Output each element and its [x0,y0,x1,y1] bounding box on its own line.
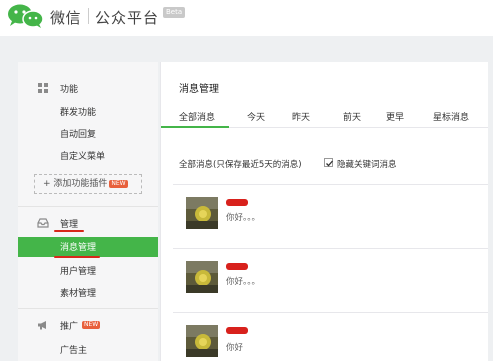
top-bar: 微信 公众平台 Beta [0,0,493,36]
sidebar-item-material-manage[interactable]: 素材管理 [60,286,96,299]
product-name: 公众平台 [95,9,160,27]
tab-day-before[interactable]: 前天 [343,110,361,123]
sidebar: 功能 群发功能 自动回复 自定义菜单 + 添加功能插件 NEW 管理 消息管理 用… [18,62,158,361]
scrollbar-track[interactable] [488,62,493,361]
wechat-logo-icon [8,4,44,28]
main-panel: 消息管理 全部消息 今天 昨天 前天 更早 星标消息 全部消息(只保存最近5天的… [160,62,493,361]
tab-starred[interactable]: 星标消息 [433,110,469,123]
tab-earlier[interactable]: 更早 [386,110,404,123]
avatar[interactable] [186,325,218,357]
new-badge: NEW [82,321,101,329]
hide-keyword-checkbox[interactable] [324,158,333,167]
menu-group-manage: 管理 [60,220,79,230]
highlight-underline [54,230,84,232]
redacted-nickname [226,327,248,334]
tab-bar: 全部消息 今天 昨天 前天 更早 星标消息 [161,104,493,128]
sidebar-item-message-manage[interactable]: 消息管理 [18,237,158,257]
add-plugin-label: + 添加功能插件 [43,179,108,189]
message-preview: 你好。。。 [226,277,261,287]
inbox-icon [37,218,49,228]
avatar[interactable] [186,197,218,229]
grid-icon [38,83,48,93]
brand-divider [88,8,89,24]
check-icon [326,160,333,167]
message-preview: 你好 [226,343,244,353]
sidebar-item-label: 消息管理 [60,243,97,253]
message-row[interactable]: 你好。。。 [173,248,493,304]
sidebar-item-auto-reply[interactable]: 自动回复 [60,127,96,140]
sidebar-item-user-manage[interactable]: 用户管理 [60,264,96,277]
redacted-nickname [226,199,248,206]
tab-yesterday[interactable]: 昨天 [292,110,310,123]
sidebar-item-mass-send[interactable]: 群发功能 [60,105,96,118]
megaphone-icon [38,321,46,330]
brand-name: 微信 [50,9,82,27]
add-plugin-button[interactable]: + 添加功能插件 NEW [34,174,142,194]
highlight-underline [54,256,100,258]
sidebar-item-advertiser[interactable]: 广告主 [60,343,87,356]
message-row[interactable]: 你好。。。 [173,184,493,240]
filter-description: 全部消息(只保存最近5天的消息) [179,160,302,170]
active-tab-indicator [161,126,229,128]
tab-today[interactable]: 今天 [247,110,265,123]
sidebar-item-custom-menu[interactable]: 自定义菜单 [60,149,105,162]
tab-all-messages[interactable]: 全部消息 [179,110,215,123]
hide-keyword-label: 隐藏关键词消息 [337,160,397,170]
sidebar-divider [18,308,158,309]
menu-group-promotion: 推广 [60,322,79,332]
menu-group-function: 功能 [60,85,79,95]
avatar[interactable] [186,261,218,293]
sidebar-divider [18,206,158,207]
page-title: 消息管理 [179,84,219,95]
beta-badge: Beta [163,7,186,18]
new-badge: NEW [109,180,128,188]
message-preview: 你好。。。 [226,213,261,223]
redacted-nickname [226,263,248,270]
message-row[interactable]: 你好 [173,312,493,361]
